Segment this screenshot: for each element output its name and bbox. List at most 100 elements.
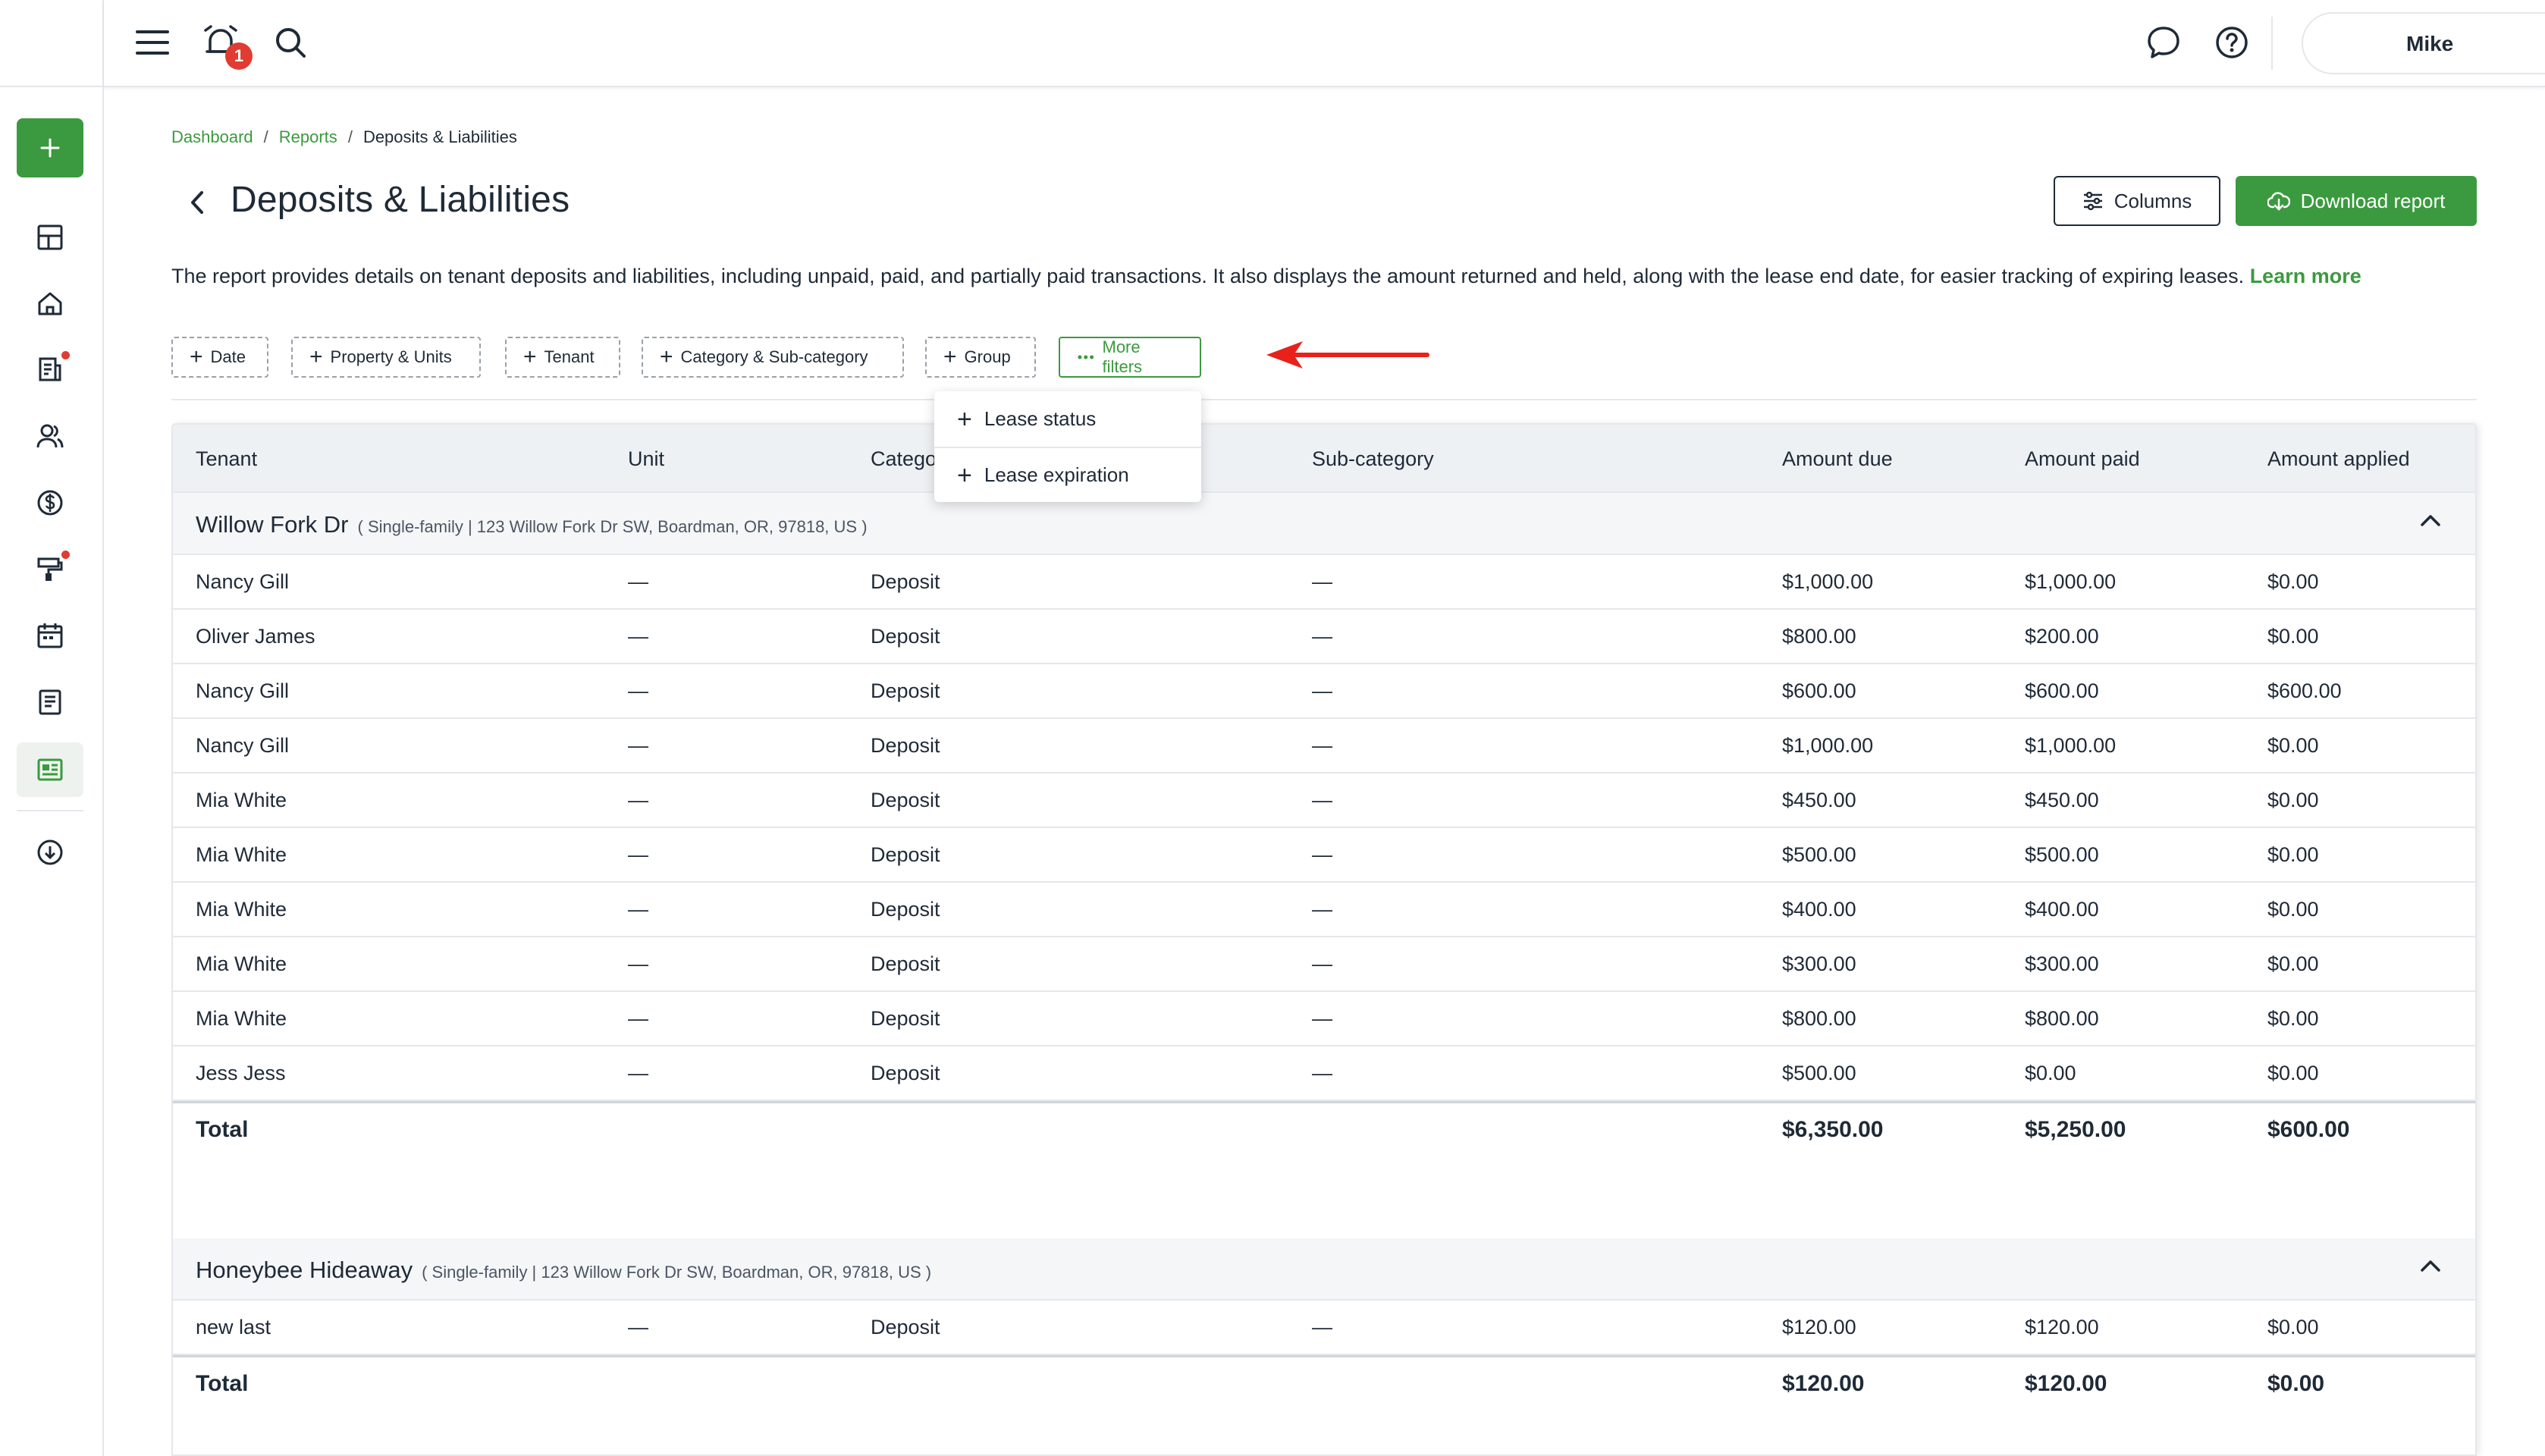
filter-chip-label: Tenant	[544, 347, 595, 366]
table-cell: Deposit	[871, 679, 940, 702]
plus-icon: +	[957, 404, 972, 434]
group-header[interactable]: Honeybee Hideaway ( Single-family | 123 W…	[173, 1238, 2475, 1301]
table-cell: —	[1312, 734, 1332, 757]
table-cell: $0.00	[2267, 570, 2319, 593]
column-header-category[interactable]: Catego	[871, 447, 937, 471]
table-row[interactable]: Nancy Gill — Deposit — $600.00 $600.00 $600.00	[173, 664, 2475, 719]
sidebar-item-downloads[interactable]	[17, 825, 83, 880]
breadcrumb-dashboard[interactable]: Dashboard	[171, 127, 253, 147]
total-row: Total $120.00 $120.00 $0.00	[173, 1355, 2475, 1411]
total-due: $6,350.00	[1782, 1117, 1884, 1142]
sidebar-item-dashboard[interactable]	[17, 210, 83, 265]
top-bar: 1 Mike	[104, 0, 2545, 87]
chevron-up-icon[interactable]	[2419, 513, 2442, 528]
header-divider	[2271, 17, 2273, 70]
plus-icon: +	[523, 344, 537, 369]
breadcrumb-reports[interactable]: Reports	[279, 127, 337, 147]
table-cell: Mia White	[196, 789, 287, 811]
table-cell: —	[628, 1007, 648, 1030]
sidebar-divider	[17, 810, 83, 811]
table-cell: —	[628, 898, 648, 921]
more-filters-button[interactable]: More filters	[1059, 337, 1201, 378]
column-header-sub-category[interactable]: Sub-category	[1312, 447, 1434, 471]
table-row[interactable]: Jess Jess — Deposit — $500.00 $0.00 $0.00	[173, 1046, 2475, 1101]
sidebar-item-maintenance[interactable]	[17, 541, 83, 596]
plus-icon: +	[190, 344, 203, 369]
menu-button[interactable]	[130, 20, 175, 65]
back-button[interactable]	[182, 184, 212, 221]
columns-button[interactable]: Columns	[2054, 176, 2220, 226]
filter-chip-label: Group	[964, 347, 1011, 366]
column-header-amount-paid[interactable]: Amount paid	[2025, 447, 2140, 471]
table-cell: $600.00	[1782, 679, 1856, 702]
sidebar-item-properties[interactable]	[17, 276, 83, 331]
table-row[interactable]: Nancy Gill — Deposit — $1,000.00 $1,000.00 $0.…	[173, 555, 2475, 610]
sidebar-item-calendar[interactable]	[17, 608, 83, 663]
table-cell: Mia White	[196, 1007, 287, 1030]
table-cell: $0.00	[2267, 1316, 2319, 1338]
table-row[interactable]: Mia White — Deposit — $300.00 $300.00 $0.00	[173, 937, 2475, 992]
column-header-tenant[interactable]: Tenant	[196, 447, 257, 471]
breadcrumb-current: Deposits & Liabilities	[362, 127, 517, 146]
document-icon	[39, 689, 61, 715]
sidebar-item-people[interactable]	[17, 409, 83, 463]
dropdown-item-label: Lease expiration	[984, 463, 1129, 486]
table-row[interactable]: Mia White — Deposit — $400.00 $400.00 $0.00	[173, 883, 2475, 937]
column-header-unit[interactable]: Unit	[628, 447, 664, 471]
table-cell: —	[1312, 1007, 1332, 1030]
group-header[interactable]: Willow Fork Dr ( Single-family | 123 Will…	[173, 493, 2475, 555]
sliders-icon	[2083, 191, 2102, 211]
table-row[interactable]: new last — Deposit — $120.00 $120.00 $0.00	[173, 1301, 2475, 1355]
help-button[interactable]	[2209, 20, 2255, 65]
page-title: Deposits & Liabilities	[231, 180, 570, 220]
filter-chip-category[interactable]: + Category & Sub-category	[642, 337, 904, 378]
table-row[interactable]: Nancy Gill — Deposit — $1,000.00 $1,000.00 $0.…	[173, 719, 2475, 774]
filter-chip-date[interactable]: + Date	[171, 337, 268, 378]
maintenance-icon	[37, 557, 63, 581]
sidebar-item-leases[interactable]	[17, 342, 83, 397]
table-cell: $0.00	[2267, 625, 2319, 648]
learn-more-link[interactable]: Learn more	[2250, 265, 2361, 287]
user-menu[interactable]: Mike	[2302, 12, 2545, 74]
notification-count-badge: 1	[225, 42, 253, 70]
group-title: Willow Fork Dr ( Single-family | 123 Will…	[196, 511, 868, 538]
table-cell: $800.00	[2025, 1007, 2099, 1030]
filter-chip-group[interactable]: + Group	[925, 337, 1036, 378]
table-row[interactable]: Mia White — Deposit — $800.00 $800.00 $0.00	[173, 992, 2475, 1046]
filter-chip-tenant[interactable]: + Tenant	[505, 337, 620, 378]
sidebar-item-accounting[interactable]	[17, 475, 83, 530]
table-cell: Mia White	[196, 952, 287, 975]
table-cell: —	[1312, 789, 1332, 811]
notification-dot	[61, 551, 70, 559]
dropdown-item-lease-expiration[interactable]: + Lease expiration	[934, 447, 1201, 502]
table-cell: $1,000.00	[1782, 570, 1874, 593]
table-row[interactable]: Mia White — Deposit — $500.00 $500.00 $0.00	[173, 828, 2475, 883]
table-cell: Deposit	[871, 898, 940, 921]
table-cell: $600.00	[2267, 679, 2342, 702]
add-new-button[interactable]	[17, 118, 83, 177]
sidebar-item-reports[interactable]	[17, 742, 83, 797]
notifications-button[interactable]: 1	[198, 20, 253, 70]
notification-dot	[61, 351, 70, 359]
table-cell: Deposit	[871, 1007, 940, 1030]
download-report-button[interactable]: Download report	[2236, 176, 2477, 226]
table-cell: Deposit	[871, 952, 940, 975]
column-header-amount-due[interactable]: Amount due	[1782, 447, 1893, 471]
table-cell: Deposit	[871, 789, 940, 811]
messages-button[interactable]	[2141, 20, 2186, 65]
columns-button-label: Columns	[2114, 189, 2192, 212]
filter-chip-property-units[interactable]: + Property & Units	[291, 337, 481, 378]
sidebar-item-documents[interactable]	[17, 675, 83, 730]
column-header-amount-applied[interactable]: Amount applied	[2267, 447, 2410, 471]
table-cell: Nancy Gill	[196, 570, 290, 593]
table-row[interactable]: Mia White — Deposit — $450.00 $450.00 $0.00	[173, 774, 2475, 828]
dropdown-item-lease-status[interactable]: + Lease status	[934, 391, 1201, 447]
table-cell: $450.00	[1782, 789, 1856, 811]
search-button[interactable]	[268, 20, 313, 65]
chevron-up-icon[interactable]	[2419, 1258, 2442, 1273]
group-name: Willow Fork Dr	[196, 511, 349, 538]
table-row[interactable]: Oliver James — Deposit — $800.00 $200.00 $0.00	[173, 610, 2475, 664]
breadcrumb-separator: /	[263, 127, 268, 146]
total-applied: $600.00	[2267, 1117, 2350, 1142]
sidebar-header	[0, 0, 102, 87]
